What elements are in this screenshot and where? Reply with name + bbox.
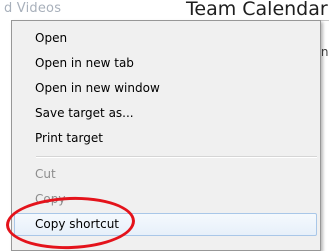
context-menu: Open Open in new tab Open in new window … xyxy=(11,20,321,251)
menu-item-copy-shortcut[interactable]: Copy shortcut xyxy=(14,213,317,236)
menu-item-open[interactable]: Open xyxy=(14,27,317,50)
menu-item-open-in-new-window[interactable]: Open in new window xyxy=(14,77,317,100)
videos-link[interactable]: d Videos xyxy=(4,1,61,16)
menu-separator xyxy=(36,156,317,158)
menu-item-cut[interactable]: Cut xyxy=(14,163,317,186)
menu-item-open-in-new-tab[interactable]: Open in new tab xyxy=(14,52,317,75)
menu-item-copy[interactable]: Copy xyxy=(14,188,317,211)
menu-item-print-target[interactable]: Print target xyxy=(14,127,317,150)
page-title: Team Calendar xyxy=(186,0,328,20)
menu-item-save-target-as[interactable]: Save target as... xyxy=(14,102,317,125)
